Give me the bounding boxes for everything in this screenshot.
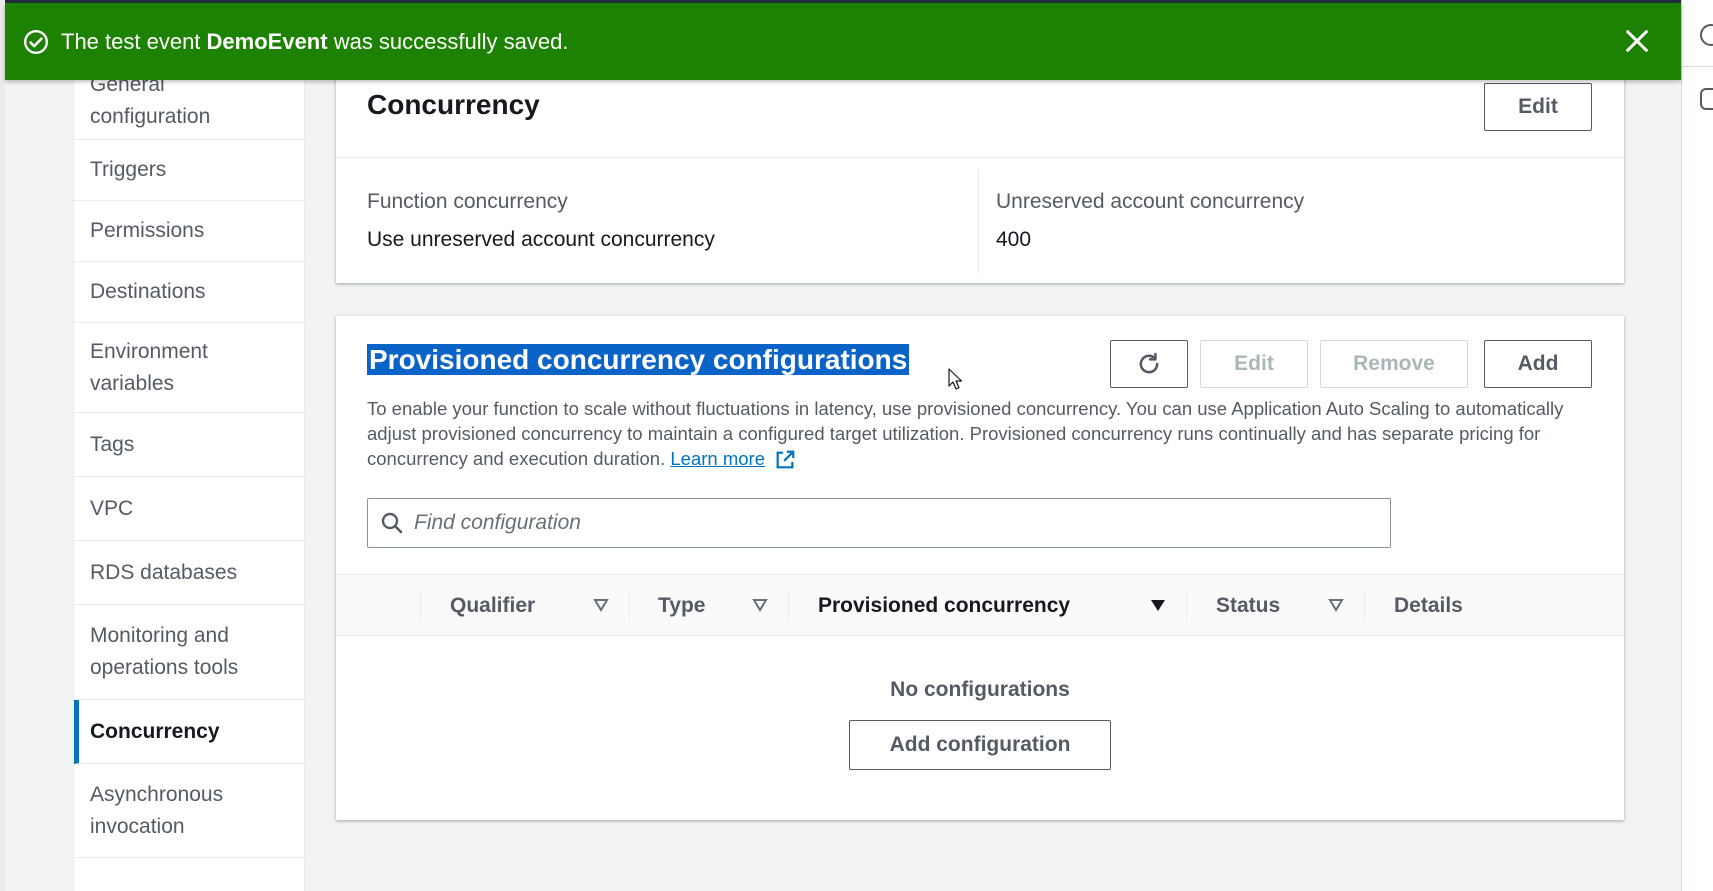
mouse-cursor-icon: [948, 368, 962, 390]
sidebar-item-permissions[interactable]: Permissions: [74, 201, 306, 262]
success-check-icon: [23, 29, 49, 54]
flash-message: The test event DemoEvent was successfull…: [61, 29, 568, 55]
sidebar-item-label: Destinations: [90, 280, 206, 303]
provisioned-title-text: Provisioned concurrency configurations: [367, 344, 910, 375]
find-configuration-search[interactable]: [367, 498, 1391, 548]
learn-more-link[interactable]: Learn more: [670, 448, 765, 469]
flash-event-name: DemoEvent: [206, 28, 328, 54]
provisioned-description: To enable your function to scale without…: [367, 396, 1607, 471]
sidebar-item-concurrency[interactable]: Concurrency: [74, 700, 306, 764]
external-link-icon[interactable]: [774, 449, 796, 471]
sidebar-item-monitoring[interactable]: Monitoring and operations tools: [74, 605, 306, 700]
sidebar-item-label: Environment variables: [90, 339, 208, 395]
sort-down-icon[interactable]: [593, 597, 609, 613]
unreserved-concurrency-label: Unreserved account concurrency: [996, 190, 1305, 213]
function-concurrency-label: Function concurrency: [367, 190, 568, 213]
sort-active-icon[interactable]: [1150, 597, 1166, 613]
function-concurrency-value: Use unreserved account concurrency: [367, 228, 715, 251]
configurations-table-header: Qualifier Type Provisioned concurrency S…: [336, 574, 1624, 636]
sidebar-item-label: RDS databases: [90, 560, 238, 584]
close-icon[interactable]: [1623, 27, 1651, 55]
main-page: General configuration Triggers Permissio…: [5, 3, 1681, 891]
sidebar-item-label: Asynchronous invocation: [90, 782, 224, 838]
sort-down-icon[interactable]: [1328, 597, 1344, 613]
column-separator: [420, 591, 421, 621]
sidebar-item-label: Monitoring and operations tools: [90, 624, 239, 679]
add-button[interactable]: Add: [1484, 340, 1592, 388]
success-flash-banner: The test event DemoEvent was successfull…: [5, 3, 1681, 80]
sidebar-item-rds-databases[interactable]: RDS databases: [74, 541, 306, 605]
search-input[interactable]: [414, 511, 1374, 535]
sort-down-icon[interactable]: [752, 597, 768, 613]
concurrency-panel: Concurrency Edit Function concurrency Us…: [336, 59, 1624, 283]
column-separator: [1186, 591, 1187, 621]
description-text: To enable your function to scale without…: [367, 398, 1564, 469]
concurrency-edit-button[interactable]: Edit: [1484, 83, 1592, 131]
column-header-provisioned-concurrency[interactable]: Provisioned concurrency: [818, 575, 1070, 637]
refresh-icon: [1139, 352, 1159, 374]
empty-state-text: No configurations: [890, 678, 1070, 701]
add-configuration-button[interactable]: Add configuration: [849, 720, 1111, 770]
refresh-button[interactable]: [1110, 340, 1188, 388]
provisioned-title: Provisioned concurrency configurations: [367, 342, 910, 378]
sidebar-item-triggers[interactable]: Triggers: [74, 140, 306, 201]
column-header-qualifier[interactable]: Qualifier: [450, 575, 535, 637]
right-utility-rail: [1681, 0, 1713, 891]
sidebar-item-label: Tags: [90, 432, 135, 456]
search-icon: [381, 512, 403, 534]
column-header-status[interactable]: Status: [1216, 575, 1280, 637]
flash-message-prefix: The test event: [61, 28, 207, 54]
column-separator: [629, 591, 630, 621]
sidebar-item-label: Concurrency: [90, 719, 220, 743]
sidebar-item-environment-variables[interactable]: Environment variables: [74, 323, 306, 413]
sidebar-item-label: Triggers: [90, 158, 167, 181]
provisioned-concurrency-panel: Provisioned concurrency configurations E…: [336, 316, 1624, 820]
sidebar-item-vpc[interactable]: VPC: [74, 477, 306, 541]
info-icon[interactable]: [1700, 24, 1713, 46]
gear-icon[interactable]: [1700, 88, 1713, 110]
rail-divider: [1682, 66, 1713, 67]
function-config-sidebar: General configuration Triggers Permissio…: [73, 3, 306, 891]
column-separator: [1364, 591, 1365, 621]
flash-message-suffix: was successfully saved.: [327, 28, 569, 54]
provisioned-edit-button[interactable]: Edit: [1200, 340, 1308, 388]
column-header-details: Details: [1394, 594, 1463, 617]
sidebar-item-tags[interactable]: Tags: [74, 413, 306, 477]
concurrency-column-divider: [978, 169, 979, 273]
concurrency-title: Concurrency: [367, 89, 540, 120]
sidebar-item-label: Permissions: [90, 219, 205, 242]
remove-button[interactable]: Remove: [1320, 340, 1468, 388]
column-separator: [788, 591, 789, 621]
column-header-type[interactable]: Type: [658, 575, 705, 637]
sidebar-item-destinations[interactable]: Destinations: [74, 262, 306, 323]
sidebar-item-label: VPC: [90, 496, 134, 520]
unreserved-concurrency-value: 400: [996, 228, 1032, 251]
concurrency-header-divider: [336, 157, 1624, 158]
sidebar-item-asynchronous-invocation[interactable]: Asynchronous invocation: [74, 764, 306, 858]
